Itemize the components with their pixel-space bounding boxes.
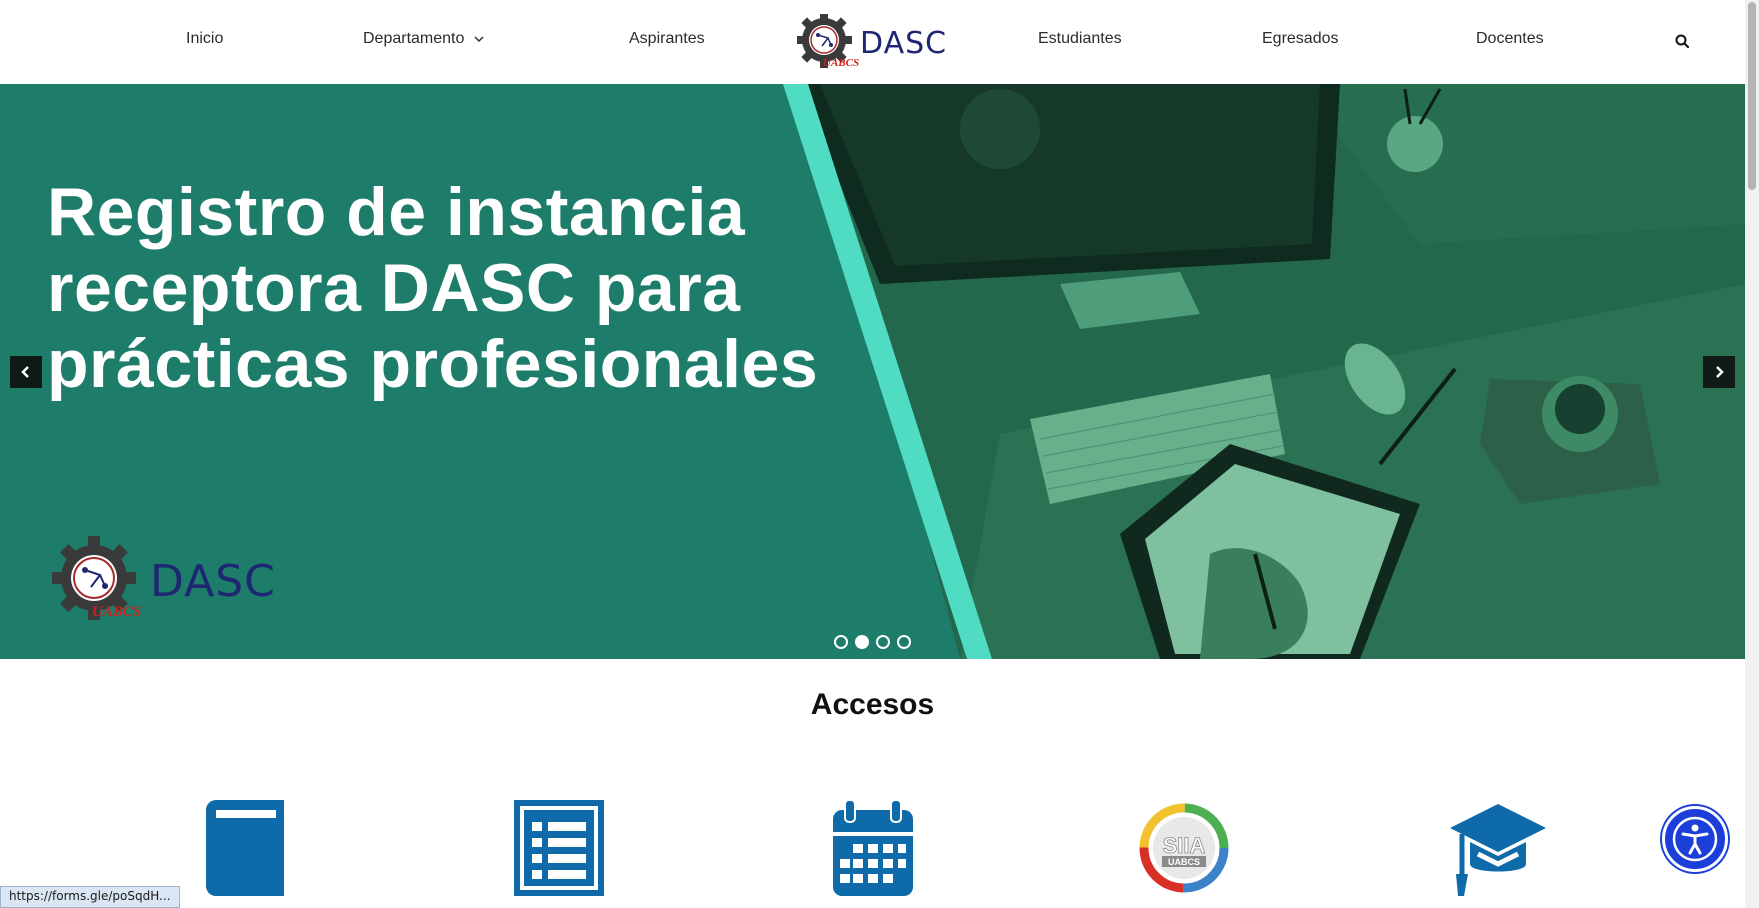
nav-item-label: Estudiantes — [1038, 30, 1122, 47]
carousel-dot[interactable] — [834, 635, 848, 649]
carousel-prev-button[interactable] — [10, 356, 42, 388]
nav-item-egresados[interactable]: Egresados — [1262, 30, 1339, 48]
nav-item-departamento[interactable]: Departamento — [363, 30, 486, 48]
hero-title: Registro de instancia receptora DASC par… — [47, 174, 819, 402]
page-scrollbar[interactable] — [1745, 0, 1759, 908]
calendar-icon[interactable] — [833, 800, 913, 896]
accesos-heading: Accesos — [810, 688, 935, 721]
accessibility-button[interactable] — [1662, 806, 1728, 872]
dasc-logo[interactable]: UABCS DASC — [797, 14, 949, 68]
hero-logo-text: DASC — [150, 556, 276, 607]
nav-item-label: Egresados — [1262, 30, 1339, 47]
logo-text: DASC — [860, 26, 948, 61]
svg-text:SIIA: SIIA — [1163, 833, 1206, 858]
graduation-cap-icon[interactable] — [1450, 804, 1546, 896]
carousel-next-button[interactable] — [1703, 356, 1735, 388]
carousel-indicators — [834, 635, 911, 649]
siia-uabcs-logo[interactable]: SIIA UABCS — [1138, 802, 1230, 894]
chevron-down-icon — [474, 36, 484, 43]
search-icon[interactable] — [1674, 33, 1692, 51]
chevron-left-icon — [21, 366, 29, 378]
nav-item-estudiantes[interactable]: Estudiantes — [1038, 30, 1122, 48]
nav-item-label: Docentes — [1476, 30, 1544, 47]
carousel-dot[interactable] — [897, 635, 911, 649]
svg-text:UABCS: UABCS — [92, 604, 141, 620]
status-bar-url: https://forms.gle/poSqdH... — [0, 886, 180, 908]
accessibility-icon — [1672, 816, 1718, 862]
svg-text:UABCS: UABCS — [1168, 857, 1200, 867]
list-icon[interactable] — [514, 800, 604, 896]
hero-dasc-logo: UABCS DASC — [52, 536, 292, 620]
nav-item-inicio[interactable]: Inicio — [186, 30, 223, 48]
book-icon[interactable] — [206, 800, 286, 896]
chevron-right-icon — [1716, 366, 1724, 378]
nav-item-docentes[interactable]: Docentes — [1476, 30, 1544, 48]
hero-carousel: Registro de instancia receptora DASC par… — [0, 84, 1745, 659]
nav-item-aspirantes[interactable]: Aspirantes — [629, 30, 705, 48]
nav-item-label: Departamento — [363, 30, 465, 47]
top-navigation: Inicio Departamento Aspirantes UABCS DAS… — [0, 0, 1745, 84]
scrollbar-thumb[interactable] — [1748, 2, 1756, 190]
nav-item-label: Aspirantes — [629, 30, 705, 47]
nav-item-label: Inicio — [186, 30, 224, 47]
carousel-dot-active[interactable] — [855, 635, 869, 649]
carousel-dot[interactable] — [876, 635, 890, 649]
svg-text:UABCS: UABCS — [823, 57, 859, 68]
